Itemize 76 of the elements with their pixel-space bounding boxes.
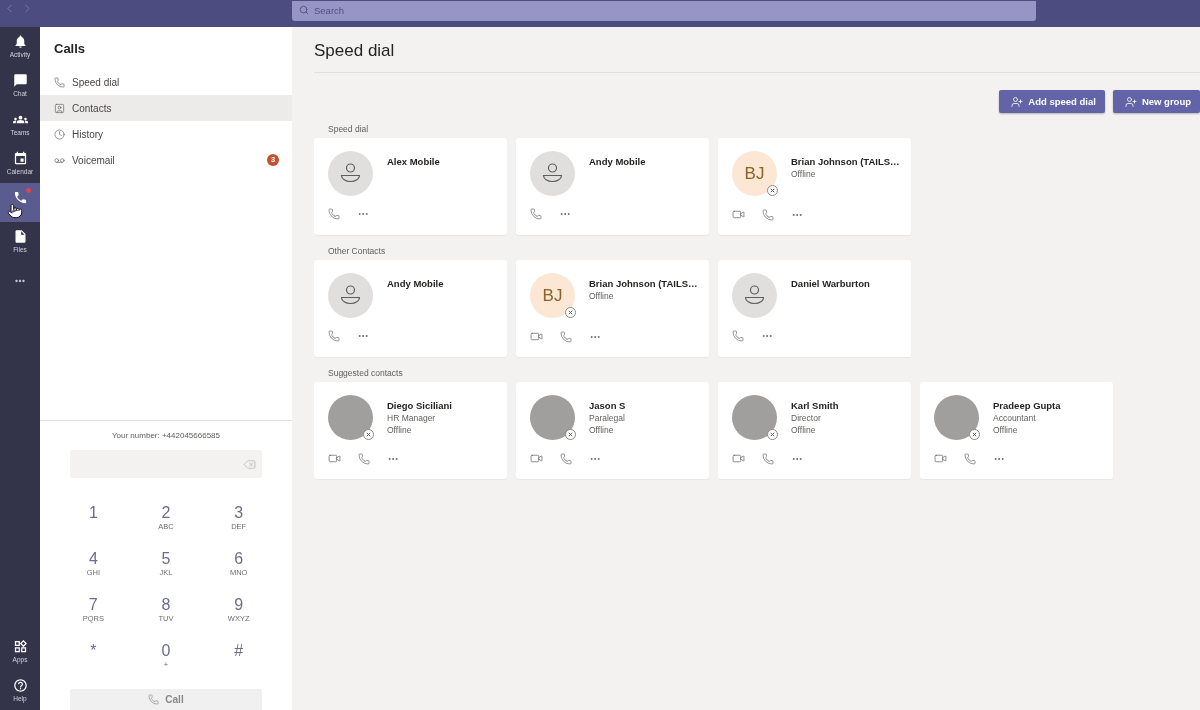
video-call-icon[interactable] bbox=[732, 452, 745, 465]
video-call-icon[interactable] bbox=[732, 208, 745, 221]
photo-placeholder bbox=[328, 395, 373, 440]
phone-icon[interactable] bbox=[328, 208, 340, 220]
contact-name: Andy Mobile bbox=[387, 278, 444, 290]
section-label: Suggested contacts bbox=[327, 367, 404, 380]
section-label: Other Contacts bbox=[327, 245, 387, 258]
person-avatar-icon bbox=[328, 151, 373, 196]
contact-detail: Paralegal bbox=[589, 412, 626, 424]
contact-detail: Offline bbox=[993, 424, 1019, 436]
add-person-icon bbox=[1124, 95, 1137, 108]
hand-cursor-icon bbox=[7, 203, 23, 219]
contact-detail: Offline bbox=[589, 424, 615, 436]
phone-icon bbox=[54, 76, 65, 88]
contact-detail: Offline bbox=[791, 168, 817, 180]
person-avatar-icon bbox=[732, 273, 777, 318]
video-call-icon[interactable] bbox=[530, 330, 543, 343]
panel-title: Calls bbox=[53, 40, 87, 58]
phone-icon[interactable] bbox=[732, 330, 744, 342]
calendar-icon bbox=[12, 151, 28, 166]
section-label: Speed dial bbox=[327, 123, 370, 136]
photo-placeholder bbox=[732, 395, 777, 440]
help-icon bbox=[12, 678, 28, 693]
nav-item[interactable]: Contacts bbox=[40, 95, 292, 121]
photo-placeholder bbox=[934, 395, 979, 440]
clock-icon bbox=[54, 128, 65, 140]
contact-name: Alex Mobile bbox=[387, 156, 440, 168]
video-call-icon[interactable] bbox=[934, 452, 947, 465]
contact-name: Daniel Warburton bbox=[791, 278, 870, 290]
phone-icon[interactable] bbox=[560, 330, 572, 343]
contact-name: Jason S bbox=[589, 400, 626, 412]
contact-name: Karl Smith bbox=[791, 400, 839, 412]
contact-detail: HR Manager bbox=[387, 412, 437, 424]
contact-detail: Director bbox=[791, 412, 822, 424]
person-avatar-icon bbox=[530, 151, 575, 196]
video-call-icon[interactable] bbox=[530, 452, 543, 465]
contact-detail: Offline bbox=[791, 424, 817, 436]
phone-icon[interactable] bbox=[328, 330, 340, 342]
initials-avatar: BJ bbox=[732, 151, 777, 196]
phone-icon[interactable] bbox=[762, 208, 774, 221]
contact-name: Brian Johnson (TAILS… bbox=[791, 156, 900, 168]
contact-detail: Accountant bbox=[993, 412, 1037, 424]
person-avatar-icon bbox=[328, 273, 373, 318]
your-number-text: Your number: +442045666585 bbox=[112, 431, 220, 441]
contact-card-icon bbox=[54, 102, 65, 114]
add-speed-dial-button[interactable]: Add speed dial bbox=[999, 90, 1105, 113]
phone-icon bbox=[12, 190, 28, 205]
contact-name: Diego Siciliani bbox=[387, 400, 452, 412]
initials-avatar: BJ bbox=[530, 273, 575, 318]
chat-bubble-icon bbox=[12, 73, 28, 88]
photo-placeholder bbox=[530, 395, 575, 440]
video-call-icon[interactable] bbox=[328, 452, 341, 465]
nav-item[interactable]: Speed dial bbox=[40, 69, 292, 95]
contact-detail: Offline bbox=[589, 290, 615, 302]
phone-icon[interactable] bbox=[560, 452, 572, 465]
search-field[interactable]: Search bbox=[292, 0, 1036, 21]
dialpad-key[interactable]: 1 bbox=[85, 504, 101, 522]
new-group-button[interactable]: New group bbox=[1112, 90, 1200, 113]
phone-icon[interactable] bbox=[358, 452, 370, 465]
widgets-icon bbox=[12, 639, 28, 654]
contact-name: Andy Mobile bbox=[589, 156, 646, 168]
page-title: Speed dial bbox=[314, 41, 396, 61]
nav-item[interactable]: History bbox=[40, 121, 292, 147]
app-bar-item[interactable] bbox=[0, 183, 40, 222]
phone-icon[interactable] bbox=[530, 208, 542, 220]
dialpad-key[interactable]: # bbox=[231, 642, 247, 660]
search-icon bbox=[299, 5, 309, 15]
add-person-icon bbox=[1011, 95, 1024, 108]
contact-name: Pradeep Gupta bbox=[993, 400, 1061, 412]
phone-number-field[interactable] bbox=[70, 450, 262, 478]
phone-icon[interactable] bbox=[964, 452, 976, 465]
phone-icon bbox=[148, 694, 160, 705]
phone-icon[interactable] bbox=[762, 452, 774, 465]
contact-detail: Offline bbox=[387, 424, 413, 436]
contact-name: Brian Johnson (TAILS… bbox=[589, 278, 698, 290]
dialpad-key[interactable]: * bbox=[87, 642, 100, 660]
